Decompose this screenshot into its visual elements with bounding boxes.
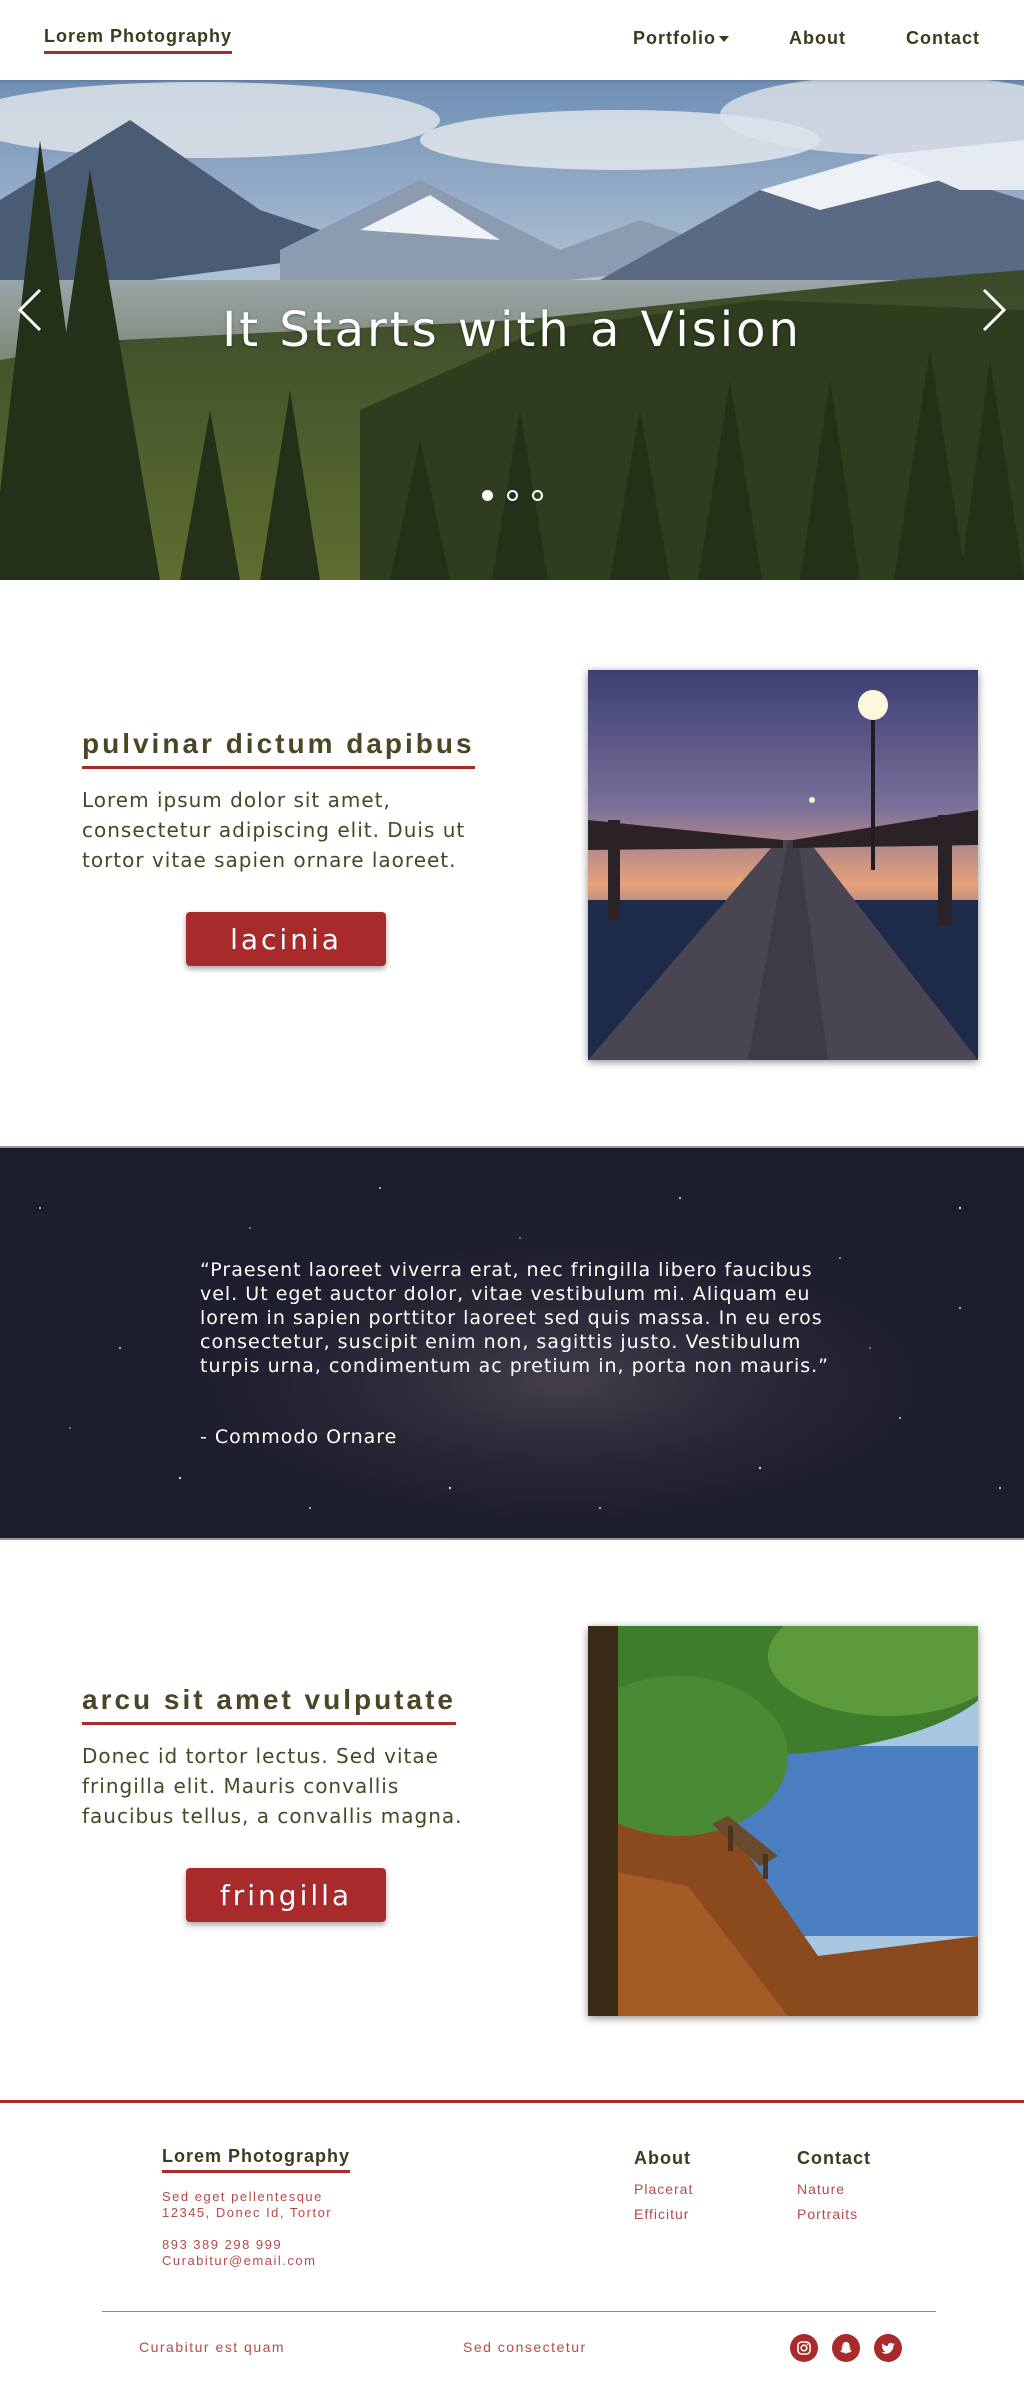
brand-logo-link[interactable]: Lorem Photography [44, 26, 233, 54]
carousel-dot-2[interactable] [506, 490, 518, 501]
caret-down-icon [719, 36, 730, 43]
feature-section-1: pulvinar dictum dapibus Lorem ipsum dolo… [0, 580, 1024, 1146]
pier-photo [588, 670, 978, 1060]
top-navbar: Lorem Photography Portfolio About Contac… [0, 0, 1024, 80]
carousel-next-arrow-icon[interactable] [972, 280, 1012, 340]
snapchat-icon[interactable] [832, 2334, 860, 2362]
footer-about-heading: About [634, 2148, 691, 2168]
carousel-dot-1[interactable] [481, 490, 493, 501]
footer-link-efficitur[interactable]: Efficitur [634, 2206, 689, 2222]
footer-top-border [0, 2100, 1024, 2103]
feature-2-heading: arcu sit amet vulputate [82, 1684, 456, 1725]
quote-section: “Praesent laoreet viverra erat, nec frin… [0, 1146, 1024, 1540]
footer-link-nature[interactable]: Nature [797, 2181, 845, 2197]
lakeside-bench-photo [588, 1626, 978, 2016]
nav-about-link[interactable]: About [789, 28, 846, 49]
feature-1-heading: pulvinar dictum dapibus [82, 728, 475, 769]
instagram-icon[interactable] [790, 2334, 818, 2362]
feature-2-body: Donec id tortor lectus. Sed vitae fringi… [82, 1744, 463, 1828]
footer-address-line-2: 12345, Donec Id, Tortor [162, 2205, 333, 2220]
footer-address-line-1: Sed eget pellentesque [162, 2189, 323, 2204]
carousel-dot-3[interactable] [531, 490, 543, 501]
nav-contact-link[interactable]: Contact [906, 28, 980, 49]
footer-bottom-link-middle[interactable]: Sed consectetur [463, 2339, 587, 2355]
nav-portfolio-label: Portfolio [633, 28, 717, 48]
nav-links: Portfolio About Contact [633, 28, 980, 49]
carousel-indicators [0, 490, 1024, 501]
quote-author: - Commodo Ornare [200, 1426, 398, 1448]
footer-link-portraits[interactable]: Portraits [797, 2206, 858, 2222]
footer-email[interactable]: Curabitur@email.com [162, 2253, 316, 2269]
twitter-icon[interactable] [874, 2334, 902, 2362]
footer-divider [102, 2311, 936, 2312]
hero-title: It Starts with a Vision [222, 302, 802, 359]
fringilla-button[interactable]: fringilla [186, 1868, 386, 1922]
footer-link-placerat[interactable]: Placerat [634, 2181, 693, 2197]
quote-text: “Praesent laoreet viverra erat, nec frin… [200, 1259, 830, 1377]
footer-contact-heading: Contact [797, 2148, 871, 2168]
nav-portfolio-dropdown[interactable]: Portfolio [633, 28, 730, 49]
lacinia-button[interactable]: lacinia [186, 912, 386, 966]
feature-1-body: Lorem ipsum dolor sit amet, consectetur … [82, 788, 466, 872]
feature-section-2: arcu sit amet vulputate Donec id tortor … [0, 1536, 1024, 2100]
footer-brand-link[interactable]: Lorem Photography [162, 2146, 351, 2173]
hero-carousel: It Starts with a Vision [0, 80, 1024, 580]
footer-bottom-link-left[interactable]: Curabitur est quam [139, 2339, 285, 2355]
carousel-prev-arrow-icon[interactable] [12, 280, 52, 340]
footer-phone: 893 389 298 999 [162, 2237, 283, 2252]
